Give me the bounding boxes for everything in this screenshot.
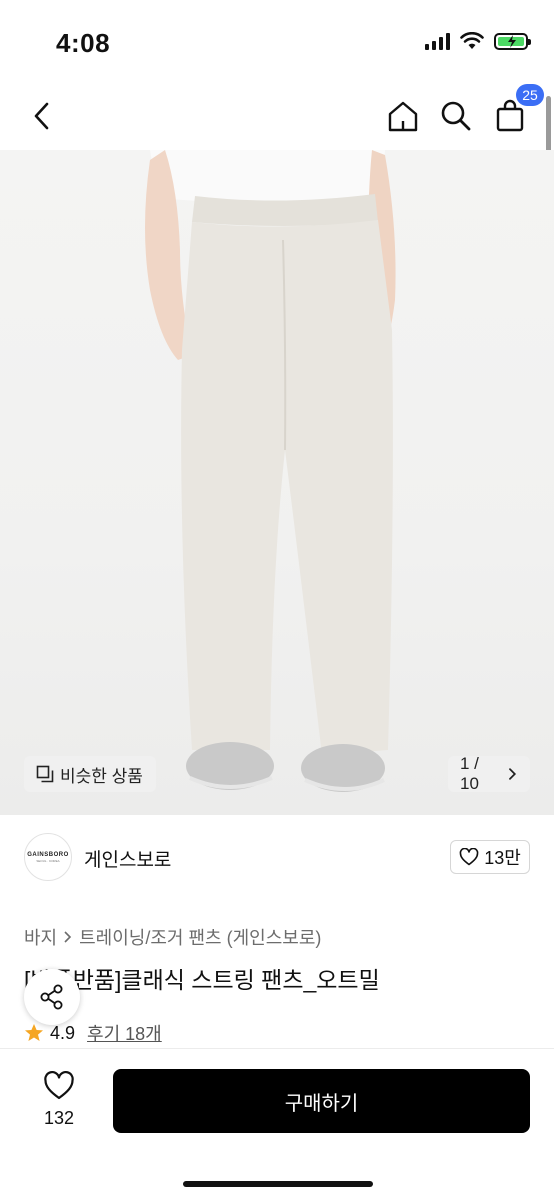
buy-button[interactable]: 구매하기 (113, 1069, 530, 1133)
shop-logo-wordmark: GAINSBORO (27, 851, 69, 858)
copy-icon (36, 765, 54, 783)
cart-count-badge: 25 (516, 84, 544, 106)
heart-icon (44, 1071, 74, 1100)
chevron-right-icon (64, 931, 72, 943)
shop-like-count: 13만 (484, 848, 521, 868)
similar-products-button[interactable]: 비슷한 상품 (24, 756, 156, 792)
star-icon (25, 1024, 43, 1041)
heart-icon (459, 848, 479, 866)
home-indicator (183, 1181, 373, 1187)
search-icon (441, 101, 471, 131)
status-time: 4:08 (56, 28, 111, 58)
shop-logo[interactable]: GAINSBORO SEOUL · KOREA (24, 833, 72, 881)
battery-icon (494, 32, 531, 50)
product-photo (145, 150, 396, 792)
product-image-carousel[interactable]: 비슷한 상품 1 / 10 (0, 150, 554, 815)
share-icon (40, 984, 63, 1010)
nav-bar: 25 (0, 84, 554, 150)
shop-logo-subtext: SEOUL · KOREA (36, 858, 60, 863)
image-page-indicator[interactable]: 1 / 10 (448, 754, 530, 793)
similar-products-label: 비슷한 상품 (60, 766, 143, 786)
shop-like-button[interactable]: 13만 (450, 840, 530, 874)
breadcrumb-subcategory[interactable]: 트레이닝/조거 팬츠 (게인스보로) (79, 924, 321, 950)
bottom-action-bar: 132 구매하기 (0, 1048, 554, 1201)
chevron-left-icon (34, 102, 49, 130)
wishlist-count: 132 (43, 1108, 75, 1128)
page-indicator-text: 1 / 10 (460, 754, 479, 793)
shop-name[interactable]: 게인스보로 (84, 845, 171, 872)
rating-score: 4.9 (50, 1022, 76, 1043)
breadcrumb: 바지 트레이닝/조거 팬츠 (게인스보로) (24, 924, 321, 950)
chevron-right-icon (509, 768, 517, 780)
breadcrumb-category[interactable]: 바지 (24, 924, 57, 950)
status-icons (425, 32, 531, 50)
share-button[interactable] (24, 969, 80, 1025)
cart-button[interactable]: 25 (488, 84, 544, 138)
wifi-icon (460, 32, 484, 49)
shop-row: GAINSBORO SEOUL · KOREA 게인스보로 13만 (0, 828, 554, 888)
cellular-signal-icon (425, 32, 450, 50)
home-button[interactable] (381, 94, 425, 138)
wishlist-button[interactable]: 132 (28, 1071, 90, 1129)
status-bar: 4:08 (0, 0, 554, 88)
review-count-link[interactable]: 후기 18개 (87, 1020, 162, 1046)
search-button[interactable] (434, 94, 478, 138)
back-button[interactable] (20, 94, 64, 138)
home-icon (388, 101, 418, 132)
